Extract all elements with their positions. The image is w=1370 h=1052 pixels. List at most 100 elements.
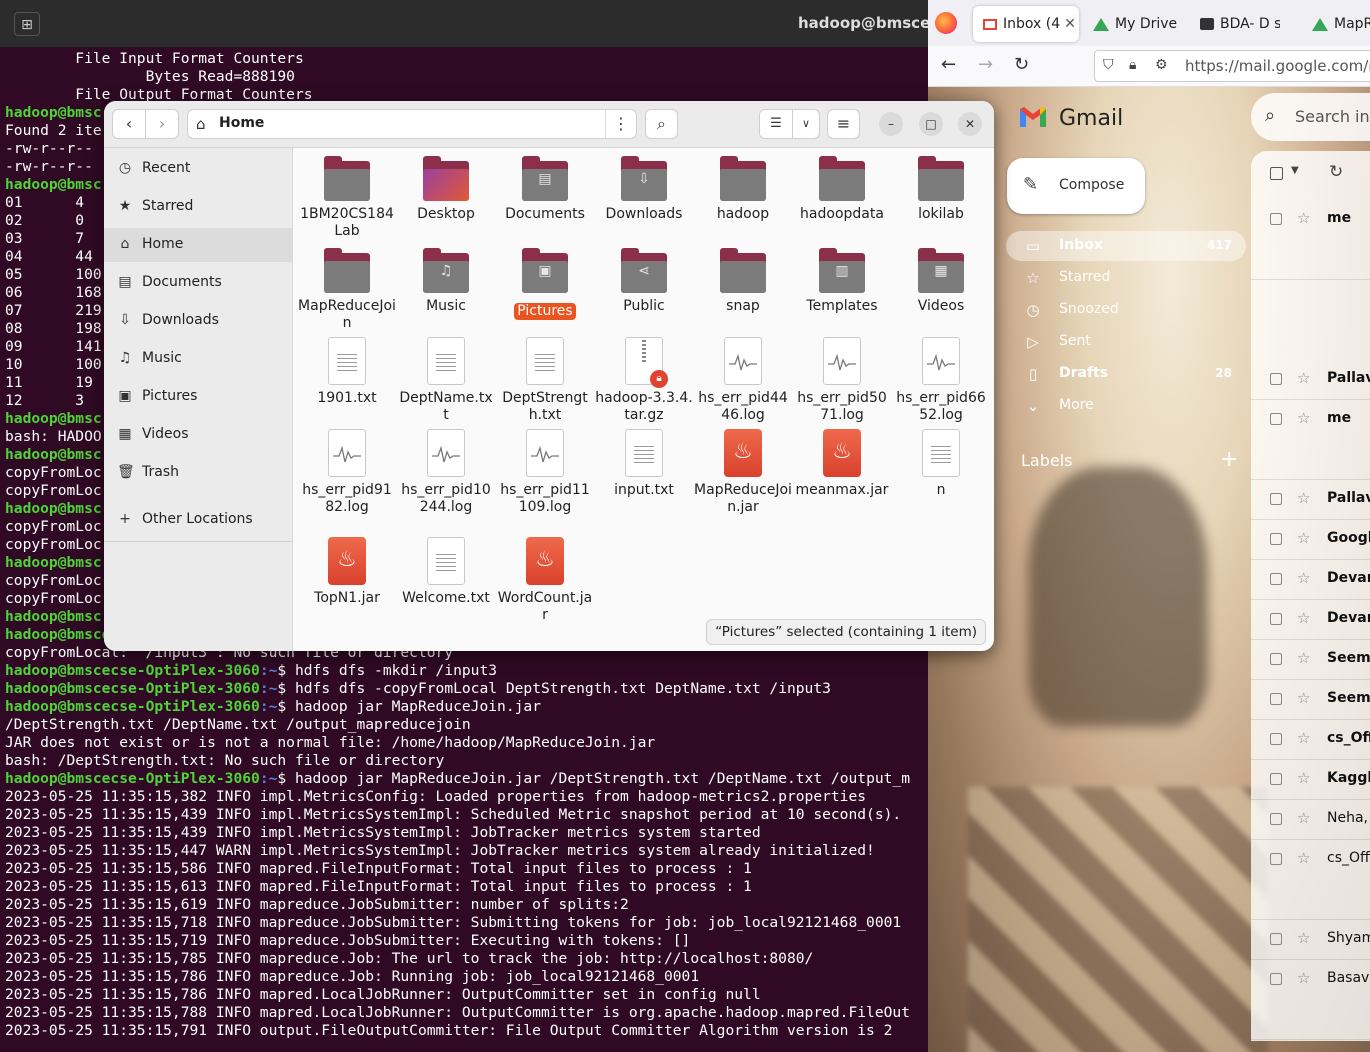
star-icon[interactable]: ☆ bbox=[1297, 729, 1310, 747]
file-item[interactable]: hs_err_pid4446.log bbox=[694, 337, 792, 424]
file-item[interactable]: DeptName.txt bbox=[397, 337, 495, 424]
sidebar-item-recent[interactable]: ◷ Recent bbox=[104, 152, 292, 186]
mail-row[interactable]: ☆me, Ve bbox=[1251, 1039, 1370, 1041]
nav-item-drafts[interactable]: ▯ Drafts 28 bbox=[1006, 359, 1246, 389]
star-icon[interactable]: ☆ bbox=[1297, 569, 1310, 587]
nav-item-more[interactable]: ⌄ More bbox=[1006, 391, 1246, 421]
mail-row[interactable]: ☆ Kaggle bbox=[1251, 759, 1370, 800]
file-item[interactable]: ♨ MapReduceJoin.jar bbox=[694, 429, 792, 516]
permissions-icon[interactable]: ⚙ bbox=[1155, 57, 1168, 73]
nav-item-inbox[interactable]: ▭ Inbox 417 bbox=[1006, 231, 1246, 261]
star-icon[interactable]: ☆ bbox=[1297, 769, 1310, 787]
nav-item-sent[interactable]: ▷ Sent bbox=[1006, 327, 1246, 357]
nav-item-snoozed[interactable]: ◷ Snoozed bbox=[1006, 295, 1246, 325]
file-item[interactable]: 1BM20CS184Lab bbox=[298, 155, 396, 240]
view-options-button[interactable]: ∨ bbox=[792, 109, 820, 139]
file-item[interactable]: ♨ TopN1.jar bbox=[298, 537, 396, 607]
row-checkbox[interactable] bbox=[1270, 733, 1282, 745]
file-item[interactable]: ▣ Pictures bbox=[496, 247, 594, 320]
star-icon[interactable]: ☆ bbox=[1297, 809, 1310, 827]
back-button[interactable]: ‹ bbox=[112, 109, 146, 139]
sidebar-item-videos[interactable]: ▦ Videos bbox=[104, 418, 292, 452]
file-item[interactable]: ▥ Templates bbox=[793, 247, 891, 315]
reload-icon[interactable]: ↻ bbox=[1014, 54, 1029, 75]
row-checkbox[interactable] bbox=[1270, 413, 1282, 425]
file-item[interactable]: hs_err_pid5071.log bbox=[793, 337, 891, 424]
row-checkbox[interactable] bbox=[1270, 933, 1282, 945]
mail-row[interactable]: ☆ cs_Offi bbox=[1251, 839, 1370, 920]
star-icon[interactable]: ☆ bbox=[1297, 369, 1310, 387]
file-item[interactable]: hs_err_pid11109.log bbox=[496, 429, 594, 516]
row-checkbox[interactable] bbox=[1270, 653, 1282, 665]
mail-row[interactable]: ☆ Pallavi bbox=[1251, 479, 1370, 520]
row-checkbox[interactable] bbox=[1270, 613, 1282, 625]
compose-button[interactable]: ✎ Compose bbox=[1007, 158, 1145, 214]
search-input[interactable]: Search in m bbox=[1295, 107, 1370, 126]
file-item[interactable]: 1901.txt bbox=[298, 337, 396, 407]
mail-row[interactable]: ☆ cs_Off bbox=[1251, 719, 1370, 760]
star-icon[interactable]: ☆ bbox=[1297, 689, 1310, 707]
file-item[interactable]: Welcome.txt bbox=[397, 537, 495, 607]
search-icon[interactable]: ⌕ bbox=[1265, 105, 1275, 126]
tab-bda[interactable]: BDA- D se bbox=[1200, 6, 1280, 42]
shield-icon[interactable]: ⛉ bbox=[1103, 57, 1114, 73]
tab-inbox[interactable]: Inbox (4 ✕ bbox=[973, 6, 1079, 42]
mail-row[interactable]: ☆ Neha, bbox=[1251, 799, 1370, 840]
mail-row[interactable]: ☆ Pallavi bbox=[1251, 359, 1370, 400]
url-bar[interactable]: ⛉ 🔒︎ ⚙ https://mail.google.com/m bbox=[1094, 50, 1370, 82]
file-item[interactable]: MapReduceJoin bbox=[298, 247, 396, 332]
star-icon[interactable]: ☆ bbox=[1297, 649, 1310, 667]
file-item[interactable]: ⇩ Downloads bbox=[595, 155, 693, 223]
sidebar-item-trash[interactable]: 🗑︎ Trash bbox=[104, 456, 292, 490]
file-item[interactable]: ▦ Videos bbox=[892, 247, 990, 315]
mail-row[interactable]: ☆ Seema bbox=[1251, 639, 1370, 680]
file-item[interactable]: 🔒︎ hadoop-3.3.4.tar.gz bbox=[595, 337, 693, 424]
row-checkbox[interactable] bbox=[1270, 533, 1282, 545]
tab-mapr[interactable]: MapR bbox=[1312, 6, 1370, 42]
star-icon[interactable]: ☆ bbox=[1297, 529, 1310, 547]
search-button[interactable]: ⌕ bbox=[645, 109, 678, 139]
star-icon[interactable]: ☆ bbox=[1297, 969, 1310, 987]
file-item[interactable]: ♫ Music bbox=[397, 247, 495, 315]
file-item[interactable]: hs_err_pid6652.log bbox=[892, 337, 990, 424]
star-icon[interactable]: ☆ bbox=[1297, 609, 1310, 627]
row-checkbox[interactable] bbox=[1270, 813, 1282, 825]
mail-row[interactable]: ☆ Basava bbox=[1251, 959, 1370, 1040]
path-bar[interactable]: ⌂ Home ⋮ bbox=[187, 109, 637, 139]
file-item[interactable]: hadoop bbox=[694, 155, 792, 223]
row-checkbox[interactable] bbox=[1270, 853, 1282, 865]
nav-item-starred[interactable]: ☆ Starred bbox=[1006, 263, 1246, 293]
back-icon[interactable]: ← bbox=[941, 54, 956, 75]
star-icon[interactable]: ☆ bbox=[1297, 489, 1310, 507]
file-item[interactable]: hadoopdata bbox=[793, 155, 891, 223]
file-item[interactable]: ▤ Documents bbox=[496, 155, 594, 223]
file-item[interactable]: snap bbox=[694, 247, 792, 315]
star-icon[interactable]: ☆ bbox=[1297, 849, 1310, 867]
view-list-button[interactable]: ☰ bbox=[759, 109, 793, 139]
file-item[interactable]: lokilab bbox=[892, 155, 990, 223]
row-checkbox[interactable] bbox=[1270, 693, 1282, 705]
tab-my-drive[interactable]: My Drive bbox=[1093, 6, 1188, 42]
select-all-checkbox[interactable] bbox=[1270, 167, 1283, 180]
row-checkbox[interactable] bbox=[1270, 373, 1282, 385]
url-text[interactable]: https://mail.google.com/m bbox=[1185, 57, 1370, 75]
minimize-button[interactable]: – bbox=[879, 112, 903, 136]
row-checkbox[interactable] bbox=[1270, 973, 1282, 985]
file-item[interactable]: DeptStrength.txt bbox=[496, 337, 594, 424]
firefox-icon[interactable] bbox=[935, 12, 957, 34]
row-checkbox[interactable] bbox=[1270, 573, 1282, 585]
main-menu-button[interactable]: ≡ bbox=[827, 109, 860, 139]
file-item[interactable]: Desktop bbox=[397, 155, 495, 223]
file-item[interactable]: ♨ WordCount.jar bbox=[496, 537, 594, 624]
maximize-button[interactable]: □ bbox=[919, 112, 943, 136]
mail-row[interactable]: ☆ me bbox=[1251, 399, 1370, 480]
file-item[interactable]: input.txt bbox=[595, 429, 693, 499]
path-menu-icon[interactable]: ⋮ bbox=[605, 110, 636, 138]
file-item[interactable]: ♨ meanmax.jar bbox=[793, 429, 891, 499]
add-label-icon[interactable]: + bbox=[1220, 447, 1238, 472]
file-item[interactable]: ⋖ Public bbox=[595, 247, 693, 315]
refresh-icon[interactable]: ↻ bbox=[1329, 162, 1343, 182]
mail-row[interactable]: ☆ Google bbox=[1251, 519, 1370, 560]
mail-row[interactable]: ☆ Devara bbox=[1251, 599, 1370, 640]
sidebar-item-other-locations[interactable]: + Other Locations bbox=[104, 503, 292, 537]
